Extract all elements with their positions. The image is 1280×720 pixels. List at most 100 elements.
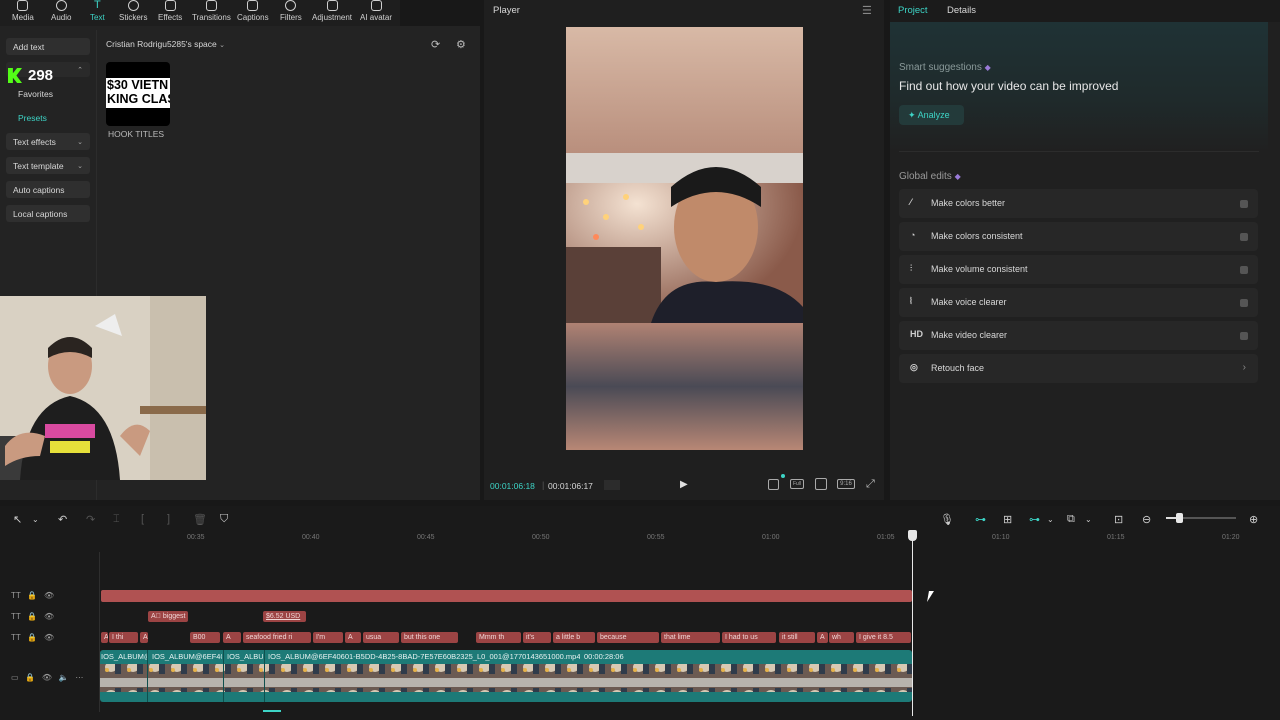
lock-icon[interactable]: 🔒 bbox=[27, 633, 37, 642]
caption-clip[interactable]: I give it 8.5 bbox=[856, 632, 911, 643]
tool-media[interactable]: Media bbox=[12, 0, 34, 26]
refresh-icon[interactable]: ⟳ bbox=[431, 38, 440, 51]
add-text-button[interactable]: Add text bbox=[6, 38, 90, 55]
caption-clip[interactable]: that lime bbox=[661, 632, 720, 643]
caption-clip[interactable]: A bbox=[223, 632, 241, 643]
caption-clip[interactable]: a little b bbox=[553, 632, 595, 643]
text-clip[interactable]: $6.52 USD bbox=[263, 611, 306, 622]
caption-clip[interactable]: A bbox=[817, 632, 828, 643]
eye-icon[interactable]: 👁 bbox=[44, 612, 54, 621]
tool-audio[interactable]: Audio bbox=[51, 0, 71, 26]
fit-timeline-icon[interactable]: ⊡ bbox=[1114, 513, 1123, 526]
edit-toggle[interactable] bbox=[1240, 200, 1248, 208]
snapshot-icon[interactable] bbox=[768, 479, 779, 490]
fullscreen-icon[interactable]: ⤢ bbox=[866, 478, 875, 491]
tab-project[interactable]: Project bbox=[898, 5, 928, 16]
edit-volume-consistent[interactable]: ⫶ Make volume consistent bbox=[899, 255, 1258, 284]
text-template-button[interactable]: Text template ⌄ bbox=[6, 157, 90, 174]
caption-clip[interactable]: A bbox=[140, 632, 148, 643]
tool-effects[interactable]: Effects bbox=[158, 0, 182, 26]
edit-toggle[interactable] bbox=[1240, 332, 1248, 340]
trim-right-icon[interactable]: ] bbox=[167, 513, 170, 525]
audio-mute-icon[interactable]: 🔈 bbox=[59, 673, 69, 682]
marker-icon[interactable]: ⛉ bbox=[220, 513, 228, 526]
auto-captions-button[interactable]: Auto captions bbox=[6, 181, 90, 198]
lock-icon[interactable]: 🔒 bbox=[27, 612, 37, 621]
caption-clip[interactable]: I had to us bbox=[722, 632, 776, 643]
tool-ai-avatar[interactable]: AI avatar bbox=[360, 0, 392, 26]
caption-clip[interactable]: it still bbox=[779, 632, 815, 643]
chevron-down-icon[interactable]: ⌄ bbox=[1047, 515, 1054, 524]
link-icon[interactable]: ⊶ bbox=[1029, 513, 1040, 526]
preview-axis-icon[interactable]: ⧉ bbox=[1067, 513, 1075, 526]
tool-stickers[interactable]: Stickers bbox=[119, 0, 147, 26]
caption-clip[interactable]: A bbox=[345, 632, 361, 643]
playhead[interactable] bbox=[912, 536, 913, 716]
zoom-in-icon[interactable]: ⊕ bbox=[1249, 513, 1258, 526]
chevron-down-icon[interactable]: ⌄ bbox=[1085, 515, 1092, 524]
delete-icon[interactable]: 🗑 bbox=[193, 513, 207, 526]
analyze-button[interactable]: ✦ Analyze bbox=[899, 105, 964, 125]
play-button[interactable]: ▶ bbox=[680, 479, 688, 490]
caption-clip[interactable]: because bbox=[597, 632, 659, 643]
presets-item[interactable]: Presets bbox=[18, 113, 47, 123]
tool-transitions[interactable]: Transitions bbox=[192, 0, 231, 26]
select-tool-icon[interactable]: ↖ bbox=[13, 513, 22, 526]
caption-clip[interactable]: but this one bbox=[401, 632, 458, 643]
edit-video-clearer[interactable]: HD Make video clearer bbox=[899, 321, 1258, 350]
undo-icon[interactable]: ↶ bbox=[58, 513, 67, 526]
chevron-down-icon[interactable]: ⌄ bbox=[32, 515, 39, 524]
caption-clip[interactable]: wh bbox=[829, 632, 854, 643]
favorites-item[interactable]: Favorites bbox=[18, 89, 53, 99]
main-track-magnet-icon[interactable]: ⊶ bbox=[975, 513, 986, 526]
preset-thumbnail[interactable]: $30 VIETN KING CLAS bbox=[106, 62, 170, 126]
text-clip[interactable]: A⃞ biggest bbox=[148, 611, 188, 622]
tool-captions[interactable]: Captions bbox=[237, 0, 269, 26]
redo-icon[interactable]: ↷ bbox=[86, 513, 95, 526]
playhead-handle[interactable] bbox=[908, 530, 917, 541]
fit-screen-icon[interactable] bbox=[815, 478, 827, 490]
more-icon[interactable]: ⋯ bbox=[75, 673, 83, 682]
lock-icon[interactable]: 🔒 bbox=[25, 673, 35, 682]
edit-colors-consistent[interactable]: ◔ Make colors consistent bbox=[899, 222, 1258, 251]
edit-toggle[interactable] bbox=[1240, 299, 1248, 307]
video-preview[interactable] bbox=[566, 27, 803, 450]
auto-snap-icon[interactable]: ⊞ bbox=[1003, 513, 1012, 526]
tool-adjustment[interactable]: Adjustment bbox=[312, 0, 352, 26]
caption-clip[interactable]: it's bbox=[523, 632, 551, 643]
local-captions-button[interactable]: Local captions bbox=[6, 205, 90, 222]
timeline-ruler[interactable] bbox=[100, 530, 1280, 544]
split-icon[interactable]: ⌶ bbox=[113, 513, 120, 526]
edit-toggle[interactable] bbox=[1240, 266, 1248, 274]
caption-clip[interactable]: Mmm th bbox=[476, 632, 521, 643]
space-selector[interactable]: Cristian Rodrigu5285's space ⌄ bbox=[106, 39, 225, 49]
full-quality-button[interactable]: Full bbox=[790, 479, 804, 489]
microphone-icon[interactable]: 🎙 bbox=[940, 513, 954, 526]
edit-retouch-face[interactable]: ◎ Retouch face › bbox=[899, 354, 1258, 383]
timecode-mode-icon[interactable] bbox=[604, 480, 620, 490]
caption-clip[interactable]: I'm bbox=[313, 632, 343, 643]
zoom-out-icon[interactable]: ⊖ bbox=[1142, 513, 1151, 526]
caption-clip[interactable]: B00 bbox=[190, 632, 220, 643]
eye-icon[interactable]: 👁 bbox=[44, 633, 54, 642]
caption-clip[interactable]: seafood fried ri bbox=[243, 632, 311, 643]
eye-icon[interactable]: 👁 bbox=[42, 673, 52, 682]
edit-colors-better[interactable]: ⁄ Make colors better bbox=[899, 189, 1258, 218]
text-effects-button[interactable]: Text effects ⌄ bbox=[6, 133, 90, 150]
aspect-ratio-button[interactable]: 9:16 bbox=[837, 479, 855, 489]
zoom-slider-handle[interactable] bbox=[1176, 513, 1183, 523]
tab-details[interactable]: Details bbox=[947, 5, 976, 16]
eye-icon[interactable]: 👁 bbox=[44, 591, 54, 600]
caption-clip[interactable]: usua bbox=[363, 632, 399, 643]
edit-toggle[interactable] bbox=[1240, 233, 1248, 241]
caption-clip[interactable]: A bbox=[101, 632, 108, 643]
player-menu-icon[interactable]: ☰ bbox=[862, 4, 872, 17]
settings-icon[interactable]: ⚙ bbox=[456, 38, 466, 51]
tool-text[interactable]: T Text bbox=[90, 0, 105, 26]
tool-filters[interactable]: Filters bbox=[280, 0, 302, 26]
caption-clip[interactable]: I thi bbox=[109, 632, 138, 643]
title-clip[interactable] bbox=[101, 590, 912, 602]
lock-icon[interactable]: 🔒 bbox=[27, 591, 37, 600]
edit-voice-clearer[interactable]: ⦚ Make voice clearer bbox=[899, 288, 1258, 317]
trim-left-icon[interactable]: [ bbox=[141, 513, 144, 525]
